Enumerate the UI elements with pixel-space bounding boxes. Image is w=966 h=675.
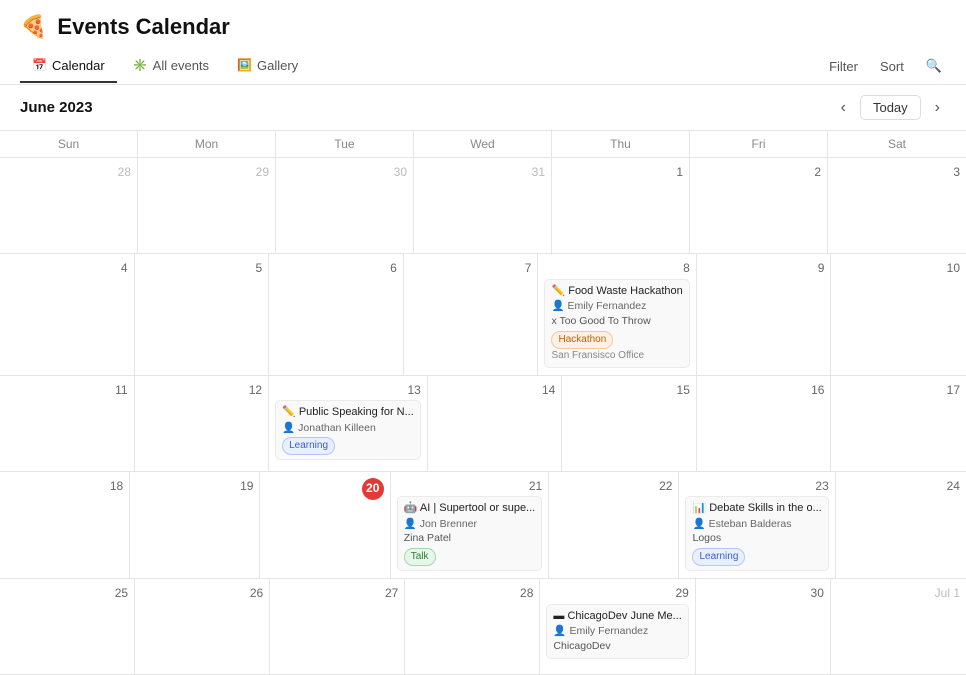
event-chicagodev-title: ▬ ChicagoDev June Me...	[553, 609, 681, 624]
event-public-speaking-tag: Learning	[282, 437, 335, 455]
cell-jun-30: 30	[696, 579, 831, 674]
event-debate-skills-title: 📊 Debate Skills in the o...	[692, 501, 821, 516]
tab-all-events-label: All events	[153, 58, 209, 73]
prev-month-button[interactable]: ‹	[835, 97, 852, 119]
cell-jun-5: 5	[135, 254, 270, 375]
cell-jun-8: 8 ✏️ Food Waste Hackathon 👤 Emily Fernan…	[538, 254, 696, 375]
cell-jun-17: 17	[831, 376, 966, 471]
cell-jun-21: 21 🤖 AI | Supertool or supe... 👤 Jon Bre…	[391, 472, 550, 579]
day-header-wed: Wed	[414, 131, 552, 157]
cell-jun-19: 19	[130, 472, 260, 579]
tab-calendar-label: Calendar	[52, 58, 105, 73]
event-ai-supertool-host: 👤 Jon Brenner	[404, 517, 536, 532]
tab-all-events[interactable]: ✳️ All events	[121, 50, 221, 83]
cell-jun-13: 13 ✏️ Public Speaking for N... 👤 Jonatha…	[269, 376, 428, 471]
event-ai-supertool-tag: Talk	[404, 548, 436, 566]
cell-jun-28: 28	[405, 579, 540, 674]
month-title: June 2023	[20, 99, 827, 116]
event-ai-supertool-org: Zina Patel	[404, 531, 536, 546]
cell-jun-20: 20	[260, 472, 390, 579]
cell-may-28: 28	[0, 158, 138, 253]
cell-jun-29: 29 ▬ ChicagoDev June Me... 👤 Emily Ferna…	[540, 579, 695, 674]
cell-jun-4: 4	[0, 254, 135, 375]
day-header-sun: Sun	[0, 131, 138, 157]
event-food-waste-location: San Fransisco Office	[551, 349, 682, 363]
cell-jun-18: 18	[0, 472, 130, 579]
gallery-icon: 🖼️	[237, 58, 252, 72]
search-button[interactable]: 🔍	[922, 56, 946, 76]
event-debate-skills-org: Logos	[692, 531, 821, 546]
cell-jun-25: 25	[0, 579, 135, 674]
navigation-bar: 📅 Calendar ✳️ All events 🖼️ Gallery Filt…	[0, 48, 966, 85]
next-month-button[interactable]: ›	[929, 97, 946, 119]
cell-jun-22: 22	[549, 472, 679, 579]
cell-may-31: 31	[414, 158, 552, 253]
day-header-tue: Tue	[276, 131, 414, 157]
event-food-waste-tag: Hackathon	[551, 331, 613, 349]
cell-jun-11: 11	[0, 376, 135, 471]
today-badge: 20	[362, 478, 384, 500]
calendar-week-5: 25 26 27 28 29 ▬ ChicagoDev June Me... 👤…	[0, 579, 966, 675]
event-debate-skills-tag: Learning	[692, 548, 745, 566]
event-debate-skills[interactable]: 📊 Debate Skills in the o... 👤 Esteban Ba…	[685, 496, 828, 571]
cell-jun-12: 12	[135, 376, 270, 471]
cell-may-29: 29	[138, 158, 276, 253]
event-debate-skills-host: 👤 Esteban Balderas	[692, 517, 821, 532]
cell-jun-15: 15	[562, 376, 697, 471]
top-actions: Filter Sort 🔍	[825, 48, 946, 84]
event-ai-supertool-title: 🤖 AI | Supertool or supe...	[404, 501, 536, 516]
event-chicagodev-host: 👤 Emily Fernandez	[553, 624, 681, 639]
day-header-fri: Fri	[690, 131, 828, 157]
all-events-icon: ✳️	[133, 58, 148, 72]
event-public-speaking-title: ✏️ Public Speaking for N...	[282, 405, 414, 420]
event-public-speaking[interactable]: ✏️ Public Speaking for N... 👤 Jonathan K…	[275, 400, 421, 460]
cell-jun-23: 23 📊 Debate Skills in the o... 👤 Esteban…	[679, 472, 835, 579]
cell-jun-27: 27	[270, 579, 405, 674]
cell-may-30: 30	[276, 158, 414, 253]
cell-jun-26: 26	[135, 579, 270, 674]
cell-jun-3: 3	[828, 158, 966, 253]
event-food-waste-host: 👤 Emily Fernandez	[551, 299, 682, 314]
calendar-week-2: 4 5 6 7 8 ✏️ Food Waste Hackathon 👤 Emil…	[0, 254, 966, 376]
app-logo: 🍕	[20, 14, 47, 40]
cell-jun-7: 7	[404, 254, 539, 375]
cell-jun-9: 9	[697, 254, 832, 375]
cell-jun-1: 1	[552, 158, 690, 253]
days-header: Sun Mon Tue Wed Thu Fri Sat	[0, 131, 966, 158]
cell-jun-24: 24	[836, 472, 966, 579]
event-food-waste[interactable]: ✏️ Food Waste Hackathon 👤 Emily Fernande…	[544, 279, 689, 368]
sort-button[interactable]: Sort	[876, 57, 908, 76]
calendar-week-1: 28 29 30 31 1 2 3	[0, 158, 966, 254]
calendar-week-3: 11 12 13 ✏️ Public Speaking for N... 👤 J…	[0, 376, 966, 472]
event-food-waste-org: x Too Good To Throw	[551, 314, 682, 329]
event-ai-supertool[interactable]: 🤖 AI | Supertool or supe... 👤 Jon Brenne…	[397, 496, 543, 571]
cell-jun-2: 2	[690, 158, 828, 253]
calendar-icon: 📅	[32, 58, 47, 72]
cell-jun-14: 14	[428, 376, 563, 471]
tab-calendar[interactable]: 📅 Calendar	[20, 50, 117, 83]
cell-jun-16: 16	[697, 376, 832, 471]
cell-jul-1: Jul 1	[831, 579, 966, 674]
event-chicagodev[interactable]: ▬ ChicagoDev June Me... 👤 Emily Fernande…	[546, 604, 688, 659]
filter-button[interactable]: Filter	[825, 57, 862, 76]
cell-jun-10: 10	[831, 254, 966, 375]
calendar-grid: Sun Mon Tue Wed Thu Fri Sat 28 29 30 31 …	[0, 130, 966, 675]
day-header-thu: Thu	[552, 131, 690, 157]
calendar-week-4: 18 19 20 21 🤖 AI | Supertool or supe... …	[0, 472, 966, 580]
tab-gallery[interactable]: 🖼️ Gallery	[225, 50, 310, 83]
calendar-weeks: 28 29 30 31 1 2 3 4 5 6 7 8 ✏️ Food Wast…	[0, 158, 966, 675]
today-button[interactable]: Today	[860, 95, 921, 120]
calendar-header: June 2023 ‹ Today ›	[0, 85, 966, 130]
tab-gallery-label: Gallery	[257, 58, 298, 73]
event-food-waste-title: ✏️ Food Waste Hackathon	[551, 284, 682, 299]
day-header-sat: Sat	[828, 131, 966, 157]
event-public-speaking-host: 👤 Jonathan Killeen	[282, 421, 414, 436]
day-header-mon: Mon	[138, 131, 276, 157]
app-title: Events Calendar	[57, 14, 229, 40]
event-chicagodev-org: ChicagoDev	[553, 639, 681, 654]
cell-jun-6: 6	[269, 254, 404, 375]
